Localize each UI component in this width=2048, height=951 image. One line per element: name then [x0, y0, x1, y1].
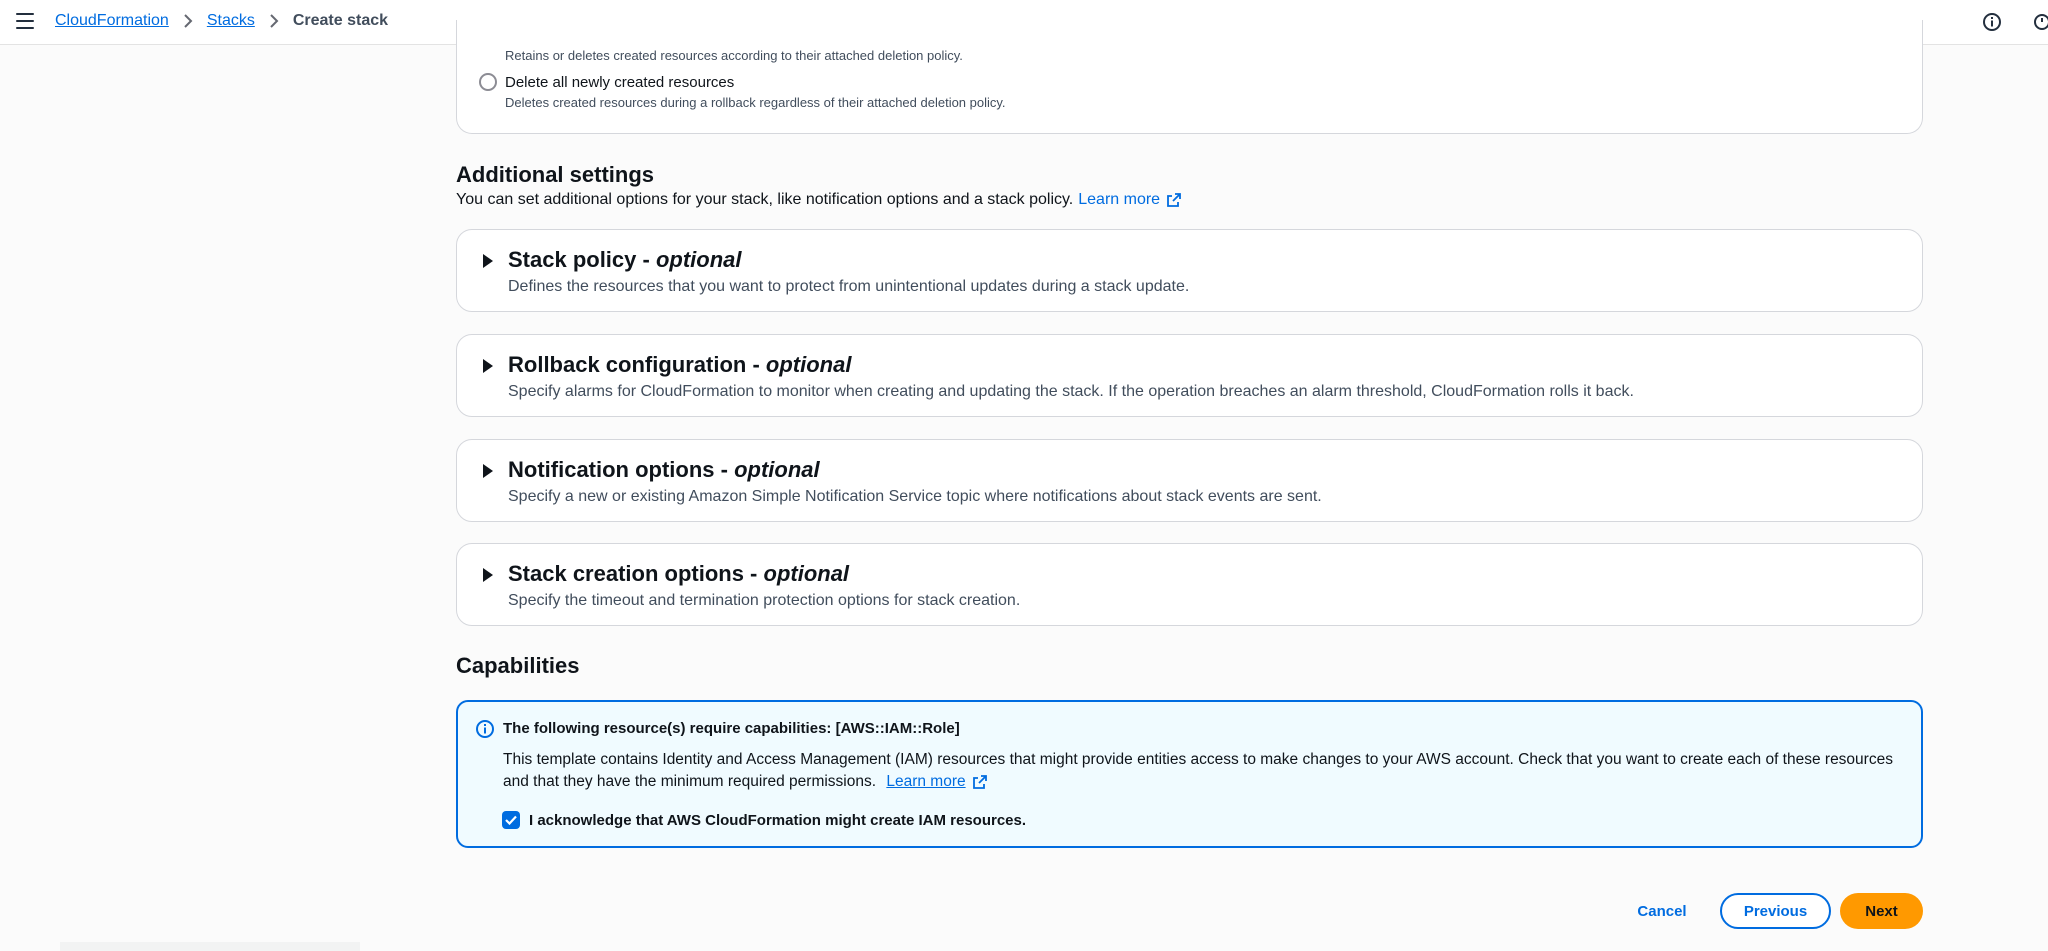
stack-creation-options-title: Stack creation options - optional: [508, 561, 850, 586]
acknowledge-iam-label[interactable]: I acknowledge that AWS CloudFormation mi…: [529, 812, 1026, 829]
external-link-icon: [972, 775, 987, 789]
breadcrumb: CloudFormation Stacks Create stack: [55, 12, 388, 30]
info-icon[interactable]: [1982, 12, 2002, 32]
next-button[interactable]: Next: [1840, 893, 1923, 929]
acknowledge-iam-checkbox[interactable]: [502, 811, 520, 829]
delete-all-description: Deletes created resources during a rollb…: [505, 95, 1006, 110]
capabilities-learn-more-link[interactable]: Learn more: [886, 771, 987, 793]
info-icon: [476, 720, 494, 738]
settings-icon[interactable]: [2032, 12, 2048, 32]
additional-settings-description: You can set additional options for your …: [456, 191, 1182, 209]
additional-settings-title: Additional settings: [456, 162, 654, 187]
cancel-button[interactable]: Cancel: [1630, 895, 1694, 927]
breadcrumb-current: Create stack: [292, 12, 389, 29]
alert-body: This template contains Identity and Acce…: [503, 749, 1903, 793]
learn-more-link[interactable]: Learn more: [1078, 191, 1182, 209]
rollback-configuration-title: Rollback configuration - optional: [508, 352, 852, 377]
chevron-right-icon: [269, 13, 279, 29]
menu-icon[interactable]: [16, 13, 34, 29]
caret-right-icon: [483, 359, 493, 373]
capabilities-alert: The following resource(s) require capabi…: [456, 700, 1923, 848]
radio-delete-all[interactable]: [479, 73, 497, 91]
caret-right-icon: [483, 568, 493, 582]
stack-policy-title: Stack policy - optional: [508, 247, 742, 272]
retain-option-description: Retains or deletes created resources acc…: [505, 48, 963, 63]
learn-more-label: Learn more: [1078, 191, 1161, 208]
delete-all-label[interactable]: Delete all newly created resources: [505, 74, 734, 91]
bottom-panel-edge: [60, 942, 360, 951]
notification-options-expander[interactable]: Notification options - optional Specify …: [456, 439, 1923, 522]
breadcrumb-cloudformation[interactable]: CloudFormation: [55, 12, 169, 30]
acknowledge-iam-checkbox-row[interactable]: I acknowledge that AWS CloudFormation mi…: [502, 811, 1026, 829]
learn-more-label: Learn more: [886, 773, 966, 790]
previous-button[interactable]: Previous: [1720, 893, 1831, 929]
notification-options-title: Notification options - optional: [508, 457, 820, 482]
capabilities-title: Capabilities: [456, 653, 580, 678]
stack-policy-expander[interactable]: Stack policy - optional Defines the reso…: [456, 229, 1923, 312]
notification-options-description: Specify a new or existing Amazon Simple …: [508, 488, 1322, 505]
stack-creation-options-expander[interactable]: Stack creation options - optional Specif…: [456, 543, 1923, 626]
chevron-right-icon: [183, 13, 193, 29]
radio-button[interactable]: [479, 73, 497, 91]
rollback-configuration-description: Specify alarms for CloudFormation to mon…: [508, 383, 1634, 400]
external-link-icon: [1167, 193, 1181, 207]
caret-right-icon: [483, 464, 493, 478]
stack-creation-options-description: Specify the timeout and termination prot…: [508, 592, 1021, 609]
breadcrumb-stacks[interactable]: Stacks: [207, 12, 255, 30]
alert-body-text: This template contains Identity and Acce…: [503, 751, 1893, 790]
alert-header: The following resource(s) require capabi…: [503, 720, 960, 737]
caret-right-icon: [483, 254, 493, 268]
checkmark-icon: [505, 815, 517, 825]
stack-policy-description: Defines the resources that you want to p…: [508, 278, 1190, 295]
rollback-configuration-expander[interactable]: Rollback configuration - optional Specif…: [456, 334, 1923, 417]
additional-settings-text: You can set additional options for your …: [456, 191, 1074, 208]
